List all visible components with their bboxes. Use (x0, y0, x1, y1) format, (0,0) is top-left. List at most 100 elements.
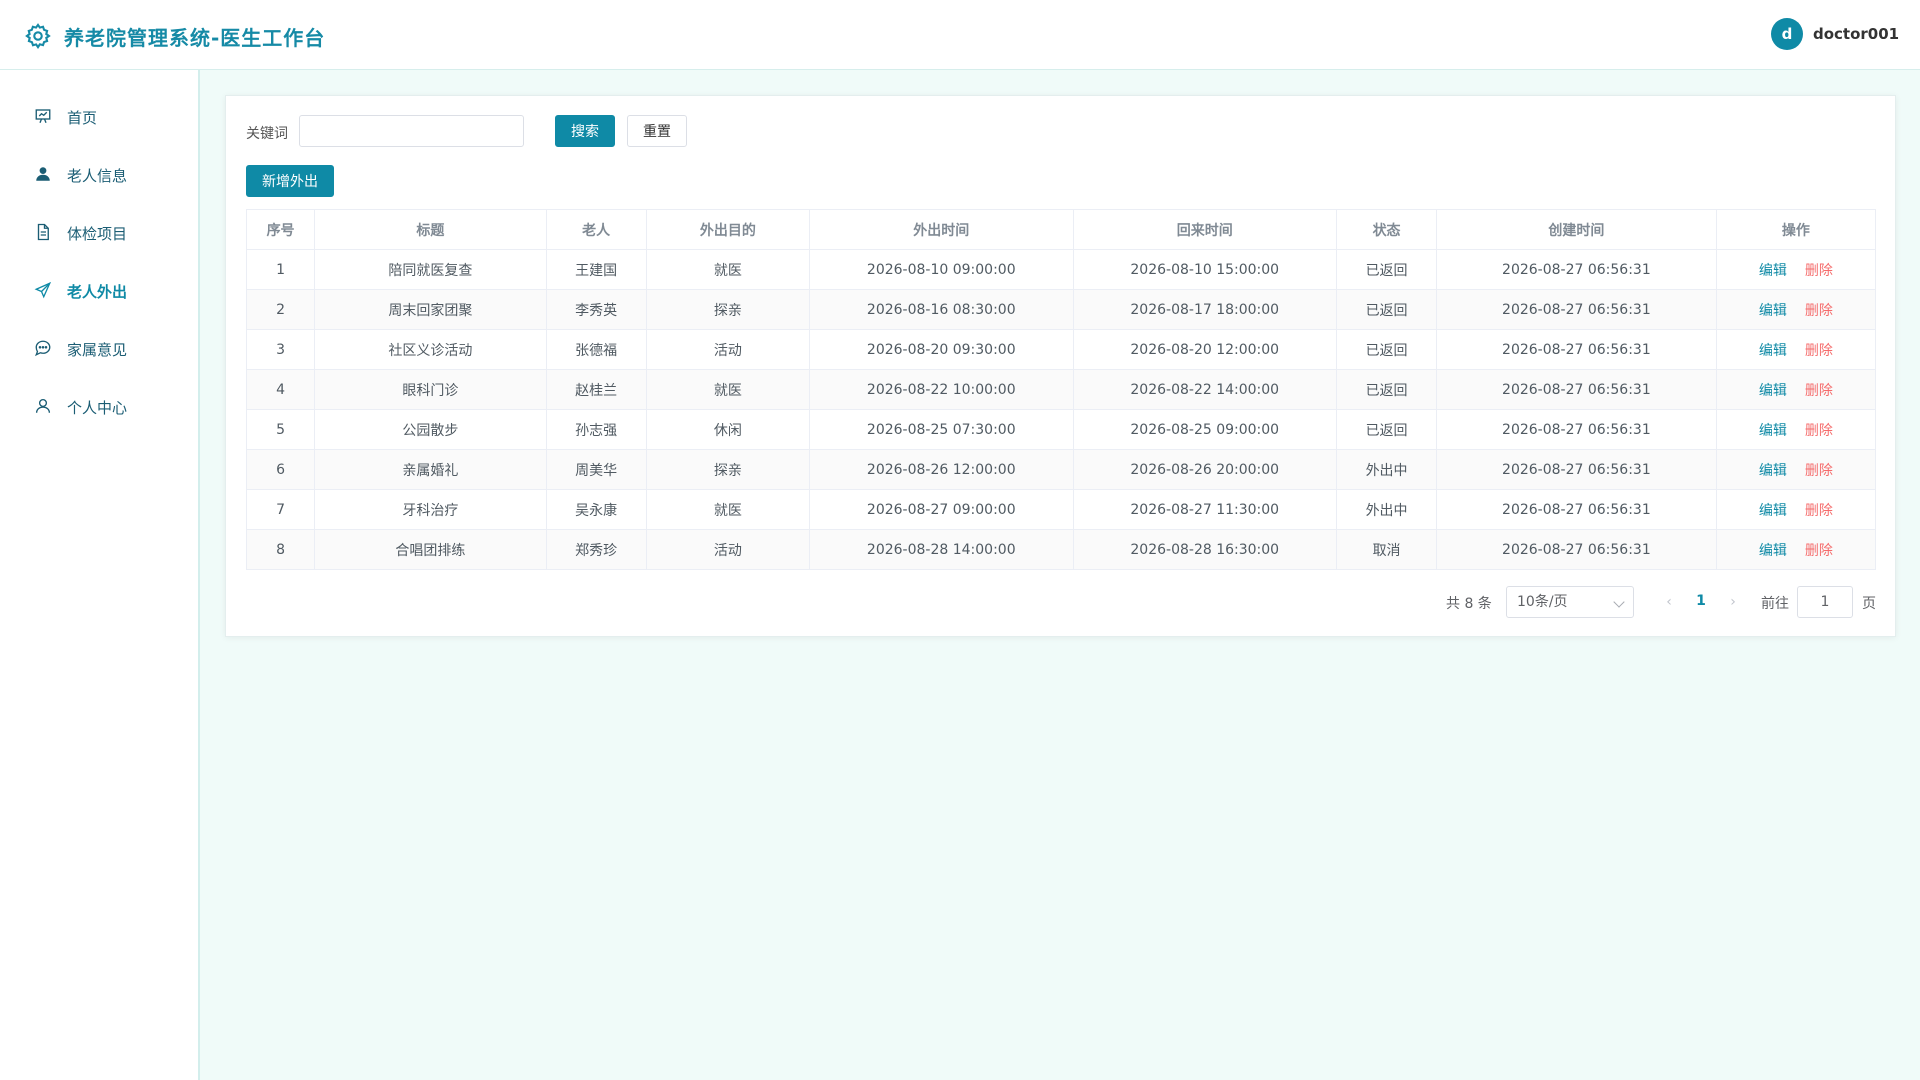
reset-button[interactable]: 重置 (627, 115, 687, 147)
table-cell: 3 (245, 329, 316, 370)
table-cell: 2026-08-26 12:00:00 (809, 449, 1074, 490)
document-icon (37, 223, 49, 241)
table-row: 5 公园散步 孙志强 休闲 2026-08-25 07:30:00 2026-08-25 … (245, 409, 1877, 450)
table-cell: 就医 (645, 489, 811, 530)
table-cell: 5 (245, 409, 316, 450)
table-cell: 李秀英 (545, 289, 647, 330)
gear-icon (25, 23, 51, 49)
table-cell: 活动 (645, 329, 811, 370)
column-header: 外出目的 (645, 209, 811, 250)
table-cell: 2026-08-27 06:56:31 (1436, 329, 1717, 370)
actions-cell: 编辑 删除 (1715, 329, 1877, 370)
column-header: 状态 (1335, 209, 1438, 250)
table-row: 7 牙科治疗 吴永康 就医 2026-08-27 09:00:00 2026-08-27 … (245, 489, 1877, 530)
table-cell: 6 (245, 449, 316, 490)
table-cell: 2026-08-20 09:30:00 (809, 329, 1074, 370)
table-cell: 王建国 (545, 249, 647, 290)
edit-link[interactable]: 编辑 (1759, 423, 1787, 439)
sidebar-item-label: 老人外出 (67, 283, 128, 301)
delete-link[interactable]: 删除 (1805, 543, 1833, 559)
column-header: 外出时间 (809, 209, 1074, 250)
table-cell: 赵桂兰 (545, 369, 647, 410)
sidebar-item-label: 个人中心 (67, 399, 128, 417)
table-cell: 合唱团排练 (314, 529, 547, 570)
table-cell: 外出中 (1335, 489, 1438, 530)
actions-cell: 编辑 删除 (1715, 289, 1877, 330)
delete-link[interactable]: 删除 (1805, 383, 1833, 399)
keyword-label: 关键词 (246, 126, 288, 142)
top-header: 养老院管理系统-医生工作台 d doctor001 (0, 0, 1920, 70)
table-cell: 2026-08-10 09:00:00 (809, 249, 1074, 290)
sidebar-item-checkup[interactable]: 体检项目 (0, 212, 198, 252)
next-page-icon[interactable]: › (1723, 592, 1743, 612)
table-cell: 孙志强 (545, 409, 647, 450)
sidebar-item-home[interactable]: 首页 (0, 96, 198, 136)
table-header-row: 序号 标题 老人 外出目的 外出时间 回来时间 状态 创建时间 操作 (245, 209, 1877, 250)
sidebar-item-outing[interactable]: 老人外出 (0, 270, 198, 310)
table-cell: 就医 (645, 369, 811, 410)
delete-link[interactable]: 删除 (1805, 343, 1833, 359)
table-cell: 亲属婚礼 (314, 449, 547, 490)
table-row: 4 眼科门诊 赵桂兰 就医 2026-08-22 10:00:00 2026-08-22 … (245, 369, 1877, 410)
actions-cell: 编辑 删除 (1715, 529, 1877, 570)
table-row: 1 陪同就医复查 王建国 就医 2026-08-10 09:00:00 2026-08-1… (245, 249, 1877, 290)
username[interactable]: doctor001 (1813, 25, 1899, 43)
chevron-down-icon (1613, 596, 1625, 608)
edit-link[interactable]: 编辑 (1759, 343, 1787, 359)
table-cell: 2026-08-17 18:00:00 (1072, 289, 1337, 330)
table-cell: 张德福 (545, 329, 647, 370)
column-header: 标题 (314, 209, 547, 250)
prev-page-icon[interactable]: ‹ (1659, 592, 1679, 612)
delete-link[interactable]: 删除 (1805, 503, 1833, 519)
page-size-select[interactable]: 10条/页 (1506, 586, 1634, 618)
delete-link[interactable]: 删除 (1805, 303, 1833, 319)
edit-link[interactable]: 编辑 (1759, 303, 1787, 319)
delete-link[interactable]: 删除 (1805, 423, 1833, 439)
outing-table: 序号 标题 老人 外出目的 外出时间 回来时间 状态 创建时间 操作 1 陪同就医复查 王建国 就医 2… (245, 209, 1877, 570)
table-cell: 吴永康 (545, 489, 647, 530)
table-cell: 已返回 (1335, 329, 1438, 370)
sidebar-item-profile[interactable]: 个人中心 (0, 386, 198, 426)
column-header: 创建时间 (1436, 209, 1717, 250)
app-title: 养老院管理系统-医生工作台 (64, 26, 326, 50)
table-cell: 2026-08-27 06:56:31 (1436, 289, 1717, 330)
page-number-current[interactable]: 1 (1689, 593, 1713, 625)
table-cell: 2026-08-27 06:56:31 (1436, 449, 1717, 490)
actions-cell: 编辑 删除 (1715, 449, 1877, 490)
edit-link[interactable]: 编辑 (1759, 263, 1787, 279)
goto-label: 前往 (1761, 596, 1789, 612)
table-row: 8 合唱团排练 郑秀珍 活动 2026-08-28 14:00:00 2026-08-28… (245, 529, 1877, 570)
edit-link[interactable]: 编辑 (1759, 383, 1787, 399)
table-cell: 2026-08-27 06:56:31 (1436, 249, 1717, 290)
goto-page-input[interactable] (1797, 586, 1853, 618)
table-cell: 就医 (645, 249, 811, 290)
table-cell: 2026-08-27 09:00:00 (809, 489, 1074, 530)
chat-icon (35, 340, 51, 357)
table-cell: 2026-08-28 16:30:00 (1072, 529, 1337, 570)
table-cell: 4 (245, 369, 316, 410)
sidebar-item-elder-info[interactable]: 老人信息 (0, 154, 198, 194)
edit-link[interactable]: 编辑 (1759, 463, 1787, 479)
keyword-input[interactable] (299, 115, 524, 147)
table-cell: 2026-08-20 12:00:00 (1072, 329, 1337, 370)
search-button[interactable]: 搜索 (555, 115, 615, 147)
column-header: 老人 (545, 209, 647, 250)
table-cell: 7 (245, 489, 316, 530)
edit-link[interactable]: 编辑 (1759, 503, 1787, 519)
table-row: 2 周末回家团聚 李秀英 探亲 2026-08-16 08:30:00 2026-08-1… (245, 289, 1877, 330)
avatar[interactable]: d (1771, 18, 1803, 50)
table-cell: 周美华 (545, 449, 647, 490)
table-cell: 2026-08-27 06:56:31 (1436, 409, 1717, 450)
table-cell: 2026-08-27 06:56:31 (1436, 489, 1717, 530)
table-cell: 活动 (645, 529, 811, 570)
delete-link[interactable]: 删除 (1805, 263, 1833, 279)
table-cell: 2026-08-27 06:56:31 (1436, 369, 1717, 410)
presentation-icon (35, 109, 51, 124)
add-outing-button[interactable]: 新增外出 (246, 165, 334, 197)
delete-link[interactable]: 删除 (1805, 463, 1833, 479)
table-row: 3 社区义诊活动 张德福 活动 2026-08-20 09:30:00 2026-08-2… (245, 329, 1877, 370)
sidebar-item-feedback[interactable]: 家属意见 (0, 328, 198, 368)
page-suffix: 页 (1862, 596, 1876, 612)
edit-link[interactable]: 编辑 (1759, 543, 1787, 559)
total-count: 共 8 条 (1446, 596, 1492, 612)
